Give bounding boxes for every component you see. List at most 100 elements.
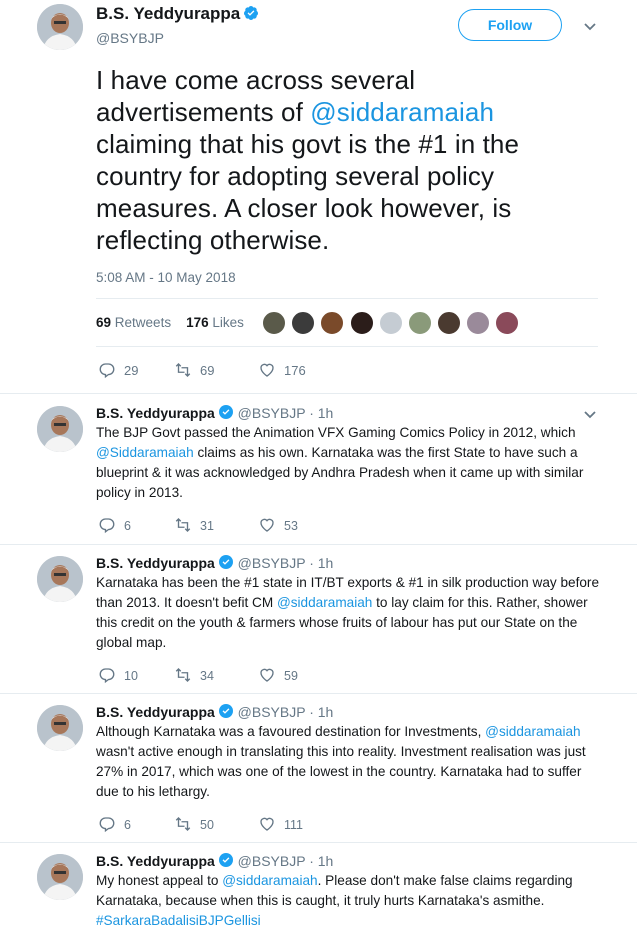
follow-button[interactable]: Follow <box>458 9 562 41</box>
reply-text: Although Karnataka was a favoured destin… <box>96 722 601 802</box>
tweet-stats: 69 Retweets 176 Likes <box>96 315 244 330</box>
mention-link[interactable]: @siddaramaiah <box>485 724 580 739</box>
divider <box>0 693 637 694</box>
mention-link[interactable]: @siddaramaiah <box>310 97 494 127</box>
retweet-icon <box>174 363 192 378</box>
verified-badge-icon <box>218 703 234 719</box>
tweet-timestamp[interactable]: 5:08 AM - 10 May 2018 <box>96 270 236 285</box>
reply-text: Karnataka has been the #1 state in IT/BT… <box>96 573 601 653</box>
reply-icon <box>98 817 116 833</box>
author-handle[interactable]: @BSYBJP <box>96 30 164 46</box>
retweet-icon <box>174 668 192 683</box>
liker-avatar[interactable] <box>350 311 374 335</box>
author-name[interactable]: B.S. Yeddyurappa <box>96 555 215 571</box>
tweet-text-part: claiming that his govt is the #1 in the … <box>96 129 520 255</box>
liker-avatar[interactable] <box>291 311 315 335</box>
reply-text: The BJP Govt passed the Animation VFX Ga… <box>96 423 601 503</box>
retweets-count: 69 <box>96 315 112 330</box>
liker-avatar[interactable] <box>466 311 490 335</box>
retweet-count: 50 <box>200 818 214 832</box>
retweet-count: 69 <box>200 363 215 378</box>
reply-count: 10 <box>124 669 138 683</box>
handle-time[interactable]: @BSYBJP · 1h <box>238 555 334 571</box>
like-button[interactable]: 111 <box>258 815 303 835</box>
reply-header[interactable]: B.S. Yeddyurappa @BSYBJP · 1h <box>96 703 333 720</box>
liker-avatar[interactable] <box>320 311 344 335</box>
retweet-icon <box>174 817 192 832</box>
retweet-count: 31 <box>200 519 214 533</box>
chevron-down-icon[interactable] <box>582 406 598 422</box>
avatar[interactable] <box>37 854 83 900</box>
divider <box>0 544 637 545</box>
like-button[interactable]: 176 <box>258 361 306 381</box>
reply-icon <box>98 363 116 379</box>
reply-text-part: wasn't active enough in translating this… <box>96 744 586 799</box>
liker-avatar[interactable] <box>262 311 286 335</box>
liker-avatar[interactable] <box>437 311 461 335</box>
reply-text-part: My honest appeal to <box>96 873 223 888</box>
retweets-label: Retweets <box>114 315 172 330</box>
reply-button[interactable]: 6 <box>98 516 131 536</box>
retweet-icon <box>174 518 192 533</box>
reply-header[interactable]: B.S. Yeddyurappa @BSYBJP · 1h <box>96 852 333 869</box>
author-name[interactable]: B.S. Yeddyurappa <box>96 853 215 869</box>
reply-button[interactable]: 6 <box>98 815 131 835</box>
avatar[interactable] <box>37 705 83 751</box>
mention-link[interactable]: @siddaramaiah <box>277 595 372 610</box>
reply-button[interactable]: 29 <box>98 361 138 381</box>
heart-icon <box>258 668 276 683</box>
author-name[interactable]: B.S. Yeddyurappa <box>96 704 215 720</box>
retweets-stat[interactable]: 69 Retweets <box>96 315 171 330</box>
retweet-button[interactable]: 31 <box>174 516 214 536</box>
hashtag-link[interactable]: #SarkaraBadalisiBJPGellisi <box>96 913 261 928</box>
like-button[interactable]: 53 <box>258 516 298 536</box>
retweet-button[interactable]: 50 <box>174 815 214 835</box>
likes-stat[interactable]: 176 Likes <box>186 315 244 330</box>
reply-header[interactable]: B.S. Yeddyurappa @BSYBJP · 1h <box>96 404 333 421</box>
retweet-button[interactable]: 34 <box>174 666 214 686</box>
reply-text-part: The BJP Govt passed the Animation VFX Ga… <box>96 425 576 440</box>
liker-avatar[interactable] <box>379 311 403 335</box>
reply-count: 29 <box>124 363 139 378</box>
reply-button[interactable]: 10 <box>98 666 138 686</box>
verified-badge-icon <box>218 404 234 420</box>
likes-count: 176 <box>186 315 209 330</box>
handle-time[interactable]: @BSYBJP · 1h <box>238 853 334 869</box>
heart-icon <box>258 518 276 533</box>
reply-icon <box>98 518 116 534</box>
handle-time[interactable]: @BSYBJP · 1h <box>238 704 334 720</box>
like-count: 59 <box>284 669 298 683</box>
chevron-down-icon[interactable] <box>582 18 598 34</box>
retweet-count: 34 <box>200 669 214 683</box>
divider <box>0 393 637 394</box>
reply-icon <box>98 668 116 684</box>
avatar[interactable] <box>37 406 83 452</box>
like-count: 176 <box>284 363 306 378</box>
heart-icon <box>258 363 276 378</box>
reply-header[interactable]: B.S. Yeddyurappa @BSYBJP · 1h <box>96 554 333 571</box>
retweet-button[interactable]: 69 <box>174 361 214 381</box>
reply-count: 6 <box>124 818 131 832</box>
liker-avatar[interactable] <box>495 311 519 335</box>
avatar[interactable] <box>37 556 83 602</box>
mention-link[interactable]: @siddaramaiah <box>222 873 317 888</box>
divider <box>96 346 598 347</box>
divider <box>0 842 637 843</box>
divider <box>96 298 598 299</box>
author-name[interactable]: B.S. Yeddyurappa <box>96 405 215 421</box>
author-name-text[interactable]: B.S. Yeddyurappa <box>96 4 240 23</box>
author-name[interactable]: B.S. Yeddyurappa <box>96 4 259 24</box>
mention-link[interactable]: @Siddaramaiah <box>96 445 194 460</box>
verified-badge-icon <box>243 5 259 21</box>
liker-avatar[interactable] <box>408 311 432 335</box>
tweet-text: I have come across several advertisement… <box>96 64 596 256</box>
like-button[interactable]: 59 <box>258 666 298 686</box>
reply-count: 6 <box>124 519 131 533</box>
like-count: 53 <box>284 519 298 533</box>
verified-badge-icon <box>218 852 234 868</box>
reply-text-part: Although Karnataka was a favoured destin… <box>96 724 486 739</box>
verified-badge-icon <box>218 554 234 570</box>
avatar[interactable] <box>37 4 83 50</box>
like-count: 111 <box>284 818 304 832</box>
handle-time[interactable]: @BSYBJP · 1h <box>238 405 334 421</box>
